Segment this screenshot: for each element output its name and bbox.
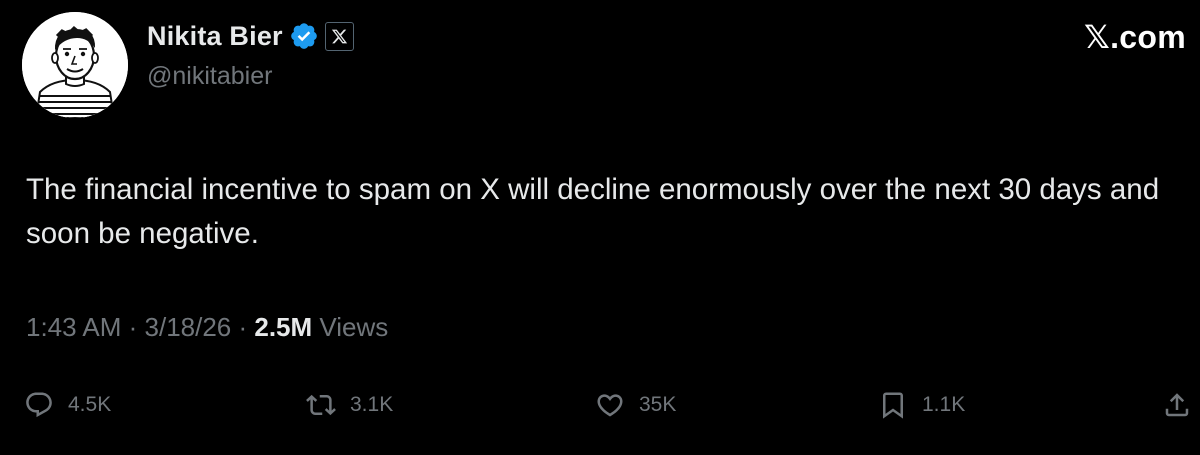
- like-button[interactable]: 35K: [595, 383, 676, 427]
- tweet-text: The financial incentive to spam on X wil…: [26, 173, 1160, 250]
- author-handle[interactable]: @nikitabier: [147, 62, 272, 91]
- views-label: Views: [312, 312, 389, 342]
- bookmark-count: 1.1K: [922, 393, 966, 416]
- author-name[interactable]: Nikita Bier: [147, 21, 283, 52]
- bookmark-icon: [883, 392, 903, 419]
- avatar-illustration: [22, 12, 128, 118]
- heart-icon: [597, 394, 623, 417]
- reply-count: 4.5K: [68, 393, 112, 416]
- like-count: 35K: [639, 393, 677, 416]
- repost-button[interactable]: 3.1K: [306, 383, 393, 427]
- author-name-row: Nikita Bier: [147, 16, 354, 56]
- repost-count: 3.1K: [350, 393, 394, 416]
- avatar[interactable]: [22, 12, 128, 118]
- brand-domain: .com: [1110, 19, 1186, 55]
- bookmark-button[interactable]: 1.1K: [878, 383, 965, 427]
- views-count: 2.5M: [254, 312, 313, 342]
- repost-icon: [306, 394, 336, 416]
- share-icon: [1165, 393, 1189, 417]
- x-brand-glyph: 𝕏: [1084, 18, 1111, 56]
- meta-separator: ·: [231, 312, 255, 342]
- tweet-meta: 1:43 AM · 3/18/26 · 2.5M Views: [26, 312, 388, 343]
- reply-button[interactable]: 4.5K: [24, 383, 111, 427]
- reply-icon: [26, 392, 52, 418]
- x-logo-icon[interactable]: [324, 21, 354, 51]
- share-button[interactable]: [1162, 383, 1192, 427]
- verified-badge-icon[interactable]: [289, 21, 319, 51]
- action-bar: 4.5K 3.1K 35K 1.1K: [0, 383, 1200, 427]
- tweet-date[interactable]: 3/18/26: [145, 312, 232, 342]
- brand-logo: 𝕏.com: [1084, 18, 1186, 56]
- meta-separator: ·: [121, 312, 145, 342]
- tweet-time[interactable]: 1:43 AM: [26, 312, 121, 342]
